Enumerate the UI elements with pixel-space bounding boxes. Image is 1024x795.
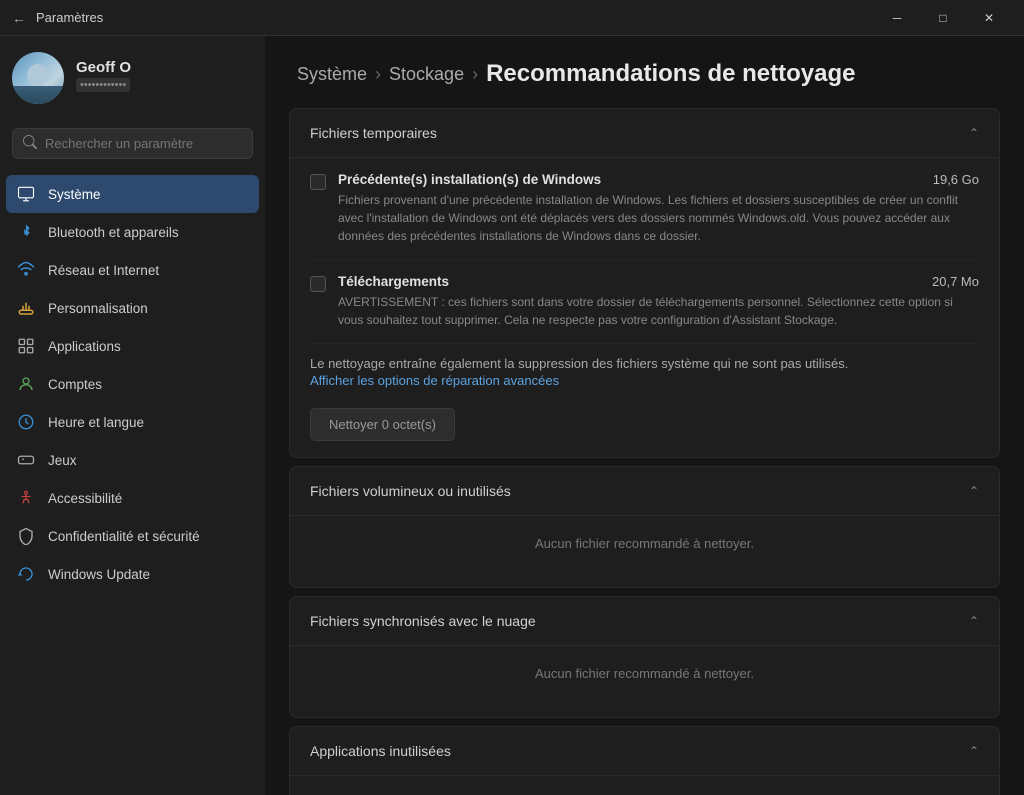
update-icon — [16, 564, 36, 584]
breadcrumb-sep1: › — [375, 64, 381, 85]
sidebar-item-confid[interactable]: Confidentialité et sécurité — [6, 517, 259, 555]
systeme-icon — [16, 184, 36, 204]
sidebar-item-comptes[interactable]: Comptes — [6, 365, 259, 403]
section-large-body: Aucun fichier recommandé à nettoyer. — [290, 515, 999, 587]
file-desc-windows: Fichiers provenant d'une précédente inst… — [338, 191, 979, 245]
confid-label: Confidentialité et sécurité — [48, 529, 200, 544]
close-button[interactable]: ✕ — [966, 0, 1012, 36]
content-area: Système › Stockage › Recommandations de … — [265, 36, 1024, 795]
breadcrumb-stockage: Stockage — [389, 64, 464, 85]
confid-icon — [16, 526, 36, 546]
file-name-windows: Précédente(s) installation(s) de Windows — [338, 172, 601, 187]
sidebar-item-heure[interactable]: Heure et langue — [6, 403, 259, 441]
section-temp-files: Fichiers temporaires ⌃ Précédente(s) ins… — [289, 108, 1000, 458]
user-name: Geoff O — [76, 59, 253, 76]
window-controls: ─ □ ✕ — [874, 0, 1012, 36]
maximize-button[interactable]: □ — [920, 0, 966, 36]
sidebar-item-perso[interactable]: Personnalisation — [6, 289, 259, 327]
access-label: Accessibilité — [48, 491, 122, 506]
clean-button[interactable]: Nettoyer 0 octet(s) — [310, 408, 455, 441]
comptes-label: Comptes — [48, 377, 102, 392]
section-cloud-body: Aucun fichier recommandé à nettoyer. — [290, 645, 999, 717]
perso-icon — [16, 298, 36, 318]
reseau-label: Réseau et Internet — [48, 263, 159, 278]
search-container — [0, 120, 265, 171]
avatar — [12, 52, 64, 104]
chevron-up-icon: ⌃ — [969, 126, 979, 140]
chevron-up-large-icon: ⌃ — [969, 484, 979, 498]
titlebar-title: Paramètres — [36, 10, 103, 25]
nav-list: Système Bluetooth et appareils — [0, 171, 265, 597]
systeme-label: Système — [48, 187, 101, 202]
checkbox-downloads[interactable] — [310, 276, 326, 292]
breadcrumb-sep2: › — [472, 64, 478, 85]
unused-apps-empty: Aucune application recommandée à nettoye… — [310, 776, 979, 795]
heure-icon — [16, 412, 36, 432]
user-email: •••••••••••• — [76, 78, 130, 92]
search-box[interactable] — [12, 128, 253, 159]
page-header: Système › Stockage › Recommandations de … — [265, 36, 1024, 108]
search-input[interactable] — [45, 136, 242, 151]
cloud-files-empty: Aucun fichier recommandé à nettoyer. — [310, 646, 979, 701]
titlebar: ← Paramètres ─ □ ✕ — [0, 0, 1024, 36]
comptes-icon — [16, 374, 36, 394]
file-size-downloads: 20,7 Mo — [932, 274, 979, 289]
sidebar-item-update[interactable]: Windows Update — [6, 555, 259, 593]
chevron-up-apps-icon: ⌃ — [969, 744, 979, 758]
section-unused-apps: Applications inutilisées ⌃ Aucune applic… — [289, 726, 1000, 795]
sidebar-item-jeux[interactable]: Jeux — [6, 441, 259, 479]
file-item-windows: Précédente(s) installation(s) de Windows… — [310, 158, 979, 260]
apps-label: Applications — [48, 339, 121, 354]
sidebar-item-systeme[interactable]: Système — [6, 175, 259, 213]
checkbox-windows[interactable] — [310, 174, 326, 190]
section-unused-header[interactable]: Applications inutilisées ⌃ — [290, 727, 999, 775]
section-unused-title: Applications inutilisées — [310, 743, 451, 759]
breadcrumb: Système › Stockage › Recommandations de … — [297, 60, 992, 88]
sidebar-item-access[interactable]: Accessibilité — [6, 479, 259, 517]
bluetooth-icon — [16, 222, 36, 242]
back-button[interactable]: ← — [12, 10, 26, 26]
breadcrumb-current: Recommandations de nettoyage — [486, 60, 855, 88]
file-size-windows: 19,6 Go — [933, 172, 979, 187]
section-unused-body: Aucune application recommandée à nettoye… — [290, 775, 999, 795]
jeux-label: Jeux — [48, 453, 77, 468]
file-item-downloads: Téléchargements 20,7 Mo AVERTISSEMENT : … — [310, 260, 979, 344]
sections-container: Fichiers temporaires ⌃ Précédente(s) ins… — [265, 108, 1024, 795]
sidebar-item-reseau[interactable]: Réseau et Internet — [6, 251, 259, 289]
section-temp-body: Précédente(s) installation(s) de Windows… — [290, 157, 999, 457]
section-cloud-files: Fichiers synchronisés avec le nuage ⌃ Au… — [289, 596, 1000, 718]
section-cloud-title: Fichiers synchronisés avec le nuage — [310, 613, 536, 629]
bluetooth-label: Bluetooth et appareils — [48, 225, 179, 240]
reseau-icon — [16, 260, 36, 280]
jeux-icon — [16, 450, 36, 470]
section-temp-header[interactable]: Fichiers temporaires ⌃ — [290, 109, 999, 157]
update-label: Windows Update — [48, 567, 150, 582]
apps-icon — [16, 336, 36, 356]
search-icon — [23, 135, 37, 152]
minimize-button[interactable]: ─ — [874, 0, 920, 36]
access-icon — [16, 488, 36, 508]
perso-label: Personnalisation — [48, 301, 148, 316]
sidebar: Geoff O •••••••••••• — [0, 36, 265, 795]
large-files-empty: Aucun fichier recommandé à nettoyer. — [310, 516, 979, 571]
repair-options-link[interactable]: Afficher les options de réparation avanc… — [310, 373, 979, 388]
cleanup-note-text: Le nettoyage entraîne également la suppr… — [310, 356, 848, 371]
file-name-downloads: Téléchargements — [338, 274, 449, 289]
section-temp-title: Fichiers temporaires — [310, 125, 437, 141]
file-desc-downloads: AVERTISSEMENT : ces fichiers sont dans v… — [338, 293, 979, 329]
breadcrumb-systeme: Système — [297, 64, 367, 85]
section-large-title: Fichiers volumineux ou inutilisés — [310, 483, 511, 499]
section-cloud-header[interactable]: Fichiers synchronisés avec le nuage ⌃ — [290, 597, 999, 645]
heure-label: Heure et langue — [48, 415, 144, 430]
cleanup-note: Le nettoyage entraîne également la suppr… — [310, 344, 979, 396]
user-section[interactable]: Geoff O •••••••••••• — [0, 36, 265, 120]
chevron-up-cloud-icon: ⌃ — [969, 614, 979, 628]
section-large-header[interactable]: Fichiers volumineux ou inutilisés ⌃ — [290, 467, 999, 515]
section-large-files: Fichiers volumineux ou inutilisés ⌃ Aucu… — [289, 466, 1000, 588]
sidebar-item-apps[interactable]: Applications — [6, 327, 259, 365]
sidebar-item-bluetooth[interactable]: Bluetooth et appareils — [6, 213, 259, 251]
